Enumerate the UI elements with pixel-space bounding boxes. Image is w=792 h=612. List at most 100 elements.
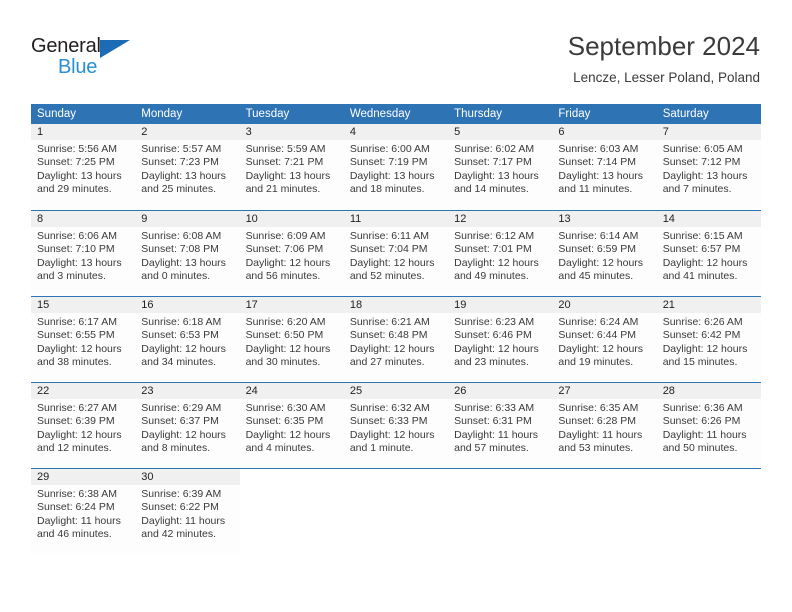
page-title: September 2024 (567, 31, 760, 61)
day-number[interactable]: 9 (135, 211, 239, 227)
sunrise-text: Sunrise: 6:20 AM (245, 316, 326, 328)
day-number[interactable]: 16 (135, 297, 239, 313)
day-cell[interactable]: Sunrise: 6:12 AM Sunset: 7:01 PM Dayligh… (448, 227, 552, 295)
daylight-text: Daylight: 12 hours (349, 342, 435, 355)
day-header-friday: Friday (558, 108, 591, 120)
sunset-text: Sunset: 6:57 PM (662, 243, 741, 256)
day-cell[interactable]: Sunrise: 6:11 AM Sunset: 7:04 PM Dayligh… (344, 227, 448, 295)
day-number[interactable]: 13 (552, 211, 656, 227)
sunrise-text: Sunrise: 6:39 AM (141, 488, 222, 500)
daylight-text-cont: and 23 minutes. (454, 356, 529, 369)
day-cell[interactable]: Sunrise: 6:17 AM Sunset: 6:55 PM Dayligh… (31, 313, 135, 381)
day-number[interactable]: 12 (448, 211, 552, 227)
daylight-text-cont: and 38 minutes. (37, 356, 112, 369)
day-cell[interactable]: Sunrise: 5:56 AM Sunset: 7:25 PM Dayligh… (31, 140, 135, 208)
day-number[interactable]: 7 (657, 124, 761, 140)
day-cell[interactable]: Sunrise: 6:24 AM Sunset: 6:44 PM Dayligh… (552, 313, 656, 381)
sunset-text: Sunset: 6:55 PM (37, 329, 115, 342)
day-number[interactable]: 23 (135, 383, 239, 399)
day-number[interactable]: 28 (657, 383, 761, 399)
day-cell[interactable]: Sunrise: 6:08 AM Sunset: 7:08 PM Dayligh… (135, 227, 239, 295)
page-header: General Blue September 2024 Lencze, Less… (0, 0, 792, 102)
day-number[interactable]: 2 (135, 124, 239, 140)
day-cell-empty (552, 485, 657, 553)
sunrise-text: Sunrise: 6:24 AM (558, 316, 639, 328)
day-cell[interactable]: Sunrise: 6:03 AM Sunset: 7:14 PM Dayligh… (552, 140, 656, 208)
day-cell[interactable]: Sunrise: 6:00 AM Sunset: 7:19 PM Dayligh… (344, 140, 448, 208)
calendar-week-row: 1 2 3 4 5 6 7 Sunrise: 5:56 AM Sunset: 7… (31, 124, 761, 210)
general-blue-logo[interactable]: General Blue (31, 35, 151, 85)
day-number-empty (552, 469, 657, 485)
day-number[interactable]: 17 (240, 297, 344, 313)
day-number[interactable]: 4 (344, 124, 448, 140)
day-number[interactable]: 10 (240, 211, 344, 227)
day-cell[interactable]: Sunrise: 6:02 AM Sunset: 7:17 PM Dayligh… (448, 140, 552, 208)
daylight-text: Daylight: 12 hours (662, 342, 748, 355)
day-number[interactable]: 15 (31, 297, 135, 313)
day-number[interactable]: 19 (448, 297, 552, 313)
day-cell[interactable]: Sunrise: 6:39 AM Sunset: 6:22 PM Dayligh… (135, 485, 239, 553)
day-cell-empty (239, 485, 344, 553)
daylight-text: Daylight: 12 hours (349, 428, 435, 441)
daylight-text: Daylight: 12 hours (454, 342, 539, 355)
sunset-text: Sunset: 7:14 PM (558, 156, 637, 169)
day-number[interactable]: 20 (552, 297, 656, 313)
day-of-week-header-row: Sunday Monday Tuesday Wednesday Thursday… (31, 104, 761, 124)
sunrise-text: Sunrise: 6:11 AM (349, 230, 430, 242)
daylight-text: Daylight: 13 hours (349, 169, 435, 182)
sunrise-text: Sunrise: 6:29 AM (141, 402, 222, 414)
day-cell[interactable]: Sunrise: 6:14 AM Sunset: 6:59 PM Dayligh… (552, 227, 656, 295)
day-cell[interactable]: Sunrise: 6:29 AM Sunset: 6:37 PM Dayligh… (135, 399, 239, 467)
day-cell[interactable]: Sunrise: 6:35 AM Sunset: 6:28 PM Dayligh… (552, 399, 656, 467)
day-cell[interactable]: Sunrise: 6:15 AM Sunset: 6:57 PM Dayligh… (657, 227, 761, 295)
day-cell[interactable]: Sunrise: 6:32 AM Sunset: 6:33 PM Dayligh… (344, 399, 448, 467)
day-number[interactable]: 25 (344, 383, 448, 399)
day-cell[interactable]: Sunrise: 6:36 AM Sunset: 6:26 PM Dayligh… (657, 399, 761, 467)
day-cell[interactable]: Sunrise: 6:21 AM Sunset: 6:48 PM Dayligh… (344, 313, 448, 381)
day-cell[interactable]: Sunrise: 6:09 AM Sunset: 7:06 PM Dayligh… (240, 227, 344, 295)
day-cell-empty (448, 485, 553, 553)
sunset-text: Sunset: 6:28 PM (558, 415, 637, 428)
week-detail-strip: Sunrise: 6:38 AM Sunset: 6:24 PM Dayligh… (31, 485, 761, 553)
day-number[interactable]: 6 (552, 124, 656, 140)
daylight-text: Daylight: 13 hours (558, 169, 644, 182)
day-number[interactable]: 18 (344, 297, 448, 313)
sunrise-text: Sunrise: 6:06 AM (37, 230, 117, 242)
day-cell[interactable]: Sunrise: 6:18 AM Sunset: 6:53 PM Dayligh… (135, 313, 239, 381)
day-number[interactable]: 26 (448, 383, 552, 399)
daylight-text-cont: and 34 minutes. (141, 356, 216, 369)
day-cell[interactable]: Sunrise: 6:33 AM Sunset: 6:31 PM Dayligh… (448, 399, 552, 467)
day-number[interactable]: 24 (240, 383, 344, 399)
day-header-wednesday: Wednesday (349, 108, 411, 120)
day-cell[interactable]: Sunrise: 6:20 AM Sunset: 6:50 PM Dayligh… (240, 313, 344, 381)
day-number[interactable]: 14 (657, 211, 761, 227)
day-number[interactable]: 21 (657, 297, 761, 313)
day-number[interactable]: 11 (344, 211, 448, 227)
day-cell[interactable]: Sunrise: 5:57 AM Sunset: 7:23 PM Dayligh… (135, 140, 239, 208)
day-number[interactable]: 29 (31, 469, 135, 485)
day-number[interactable]: 30 (135, 469, 239, 485)
day-cell[interactable]: Sunrise: 6:27 AM Sunset: 6:39 PM Dayligh… (31, 399, 135, 467)
day-cell[interactable]: Sunrise: 6:06 AM Sunset: 7:10 PM Dayligh… (31, 227, 135, 295)
day-number[interactable]: 22 (31, 383, 135, 399)
day-cell[interactable]: Sunrise: 6:23 AM Sunset: 6:46 PM Dayligh… (448, 313, 552, 381)
sunrise-text: Sunrise: 6:27 AM (37, 402, 117, 414)
daylight-text: Daylight: 11 hours (141, 514, 226, 527)
day-number[interactable]: 5 (448, 124, 552, 140)
day-number[interactable]: 8 (31, 211, 135, 227)
day-cell[interactable]: Sunrise: 6:30 AM Sunset: 6:35 PM Dayligh… (240, 399, 344, 467)
sunrise-text: Sunrise: 6:17 AM (37, 316, 117, 328)
sunrise-text: Sunrise: 6:03 AM (558, 143, 639, 155)
day-cell[interactable]: Sunrise: 5:59 AM Sunset: 7:21 PM Dayligh… (240, 140, 344, 208)
day-number[interactable]: 1 (31, 124, 135, 140)
sunrise-text: Sunrise: 6:21 AM (349, 316, 430, 328)
day-cell[interactable]: Sunrise: 6:38 AM Sunset: 6:24 PM Dayligh… (31, 485, 135, 553)
day-number[interactable]: 3 (240, 124, 344, 140)
day-cell[interactable]: Sunrise: 6:05 AM Sunset: 7:12 PM Dayligh… (657, 140, 761, 208)
sunrise-text: Sunrise: 6:30 AM (245, 402, 326, 414)
sunrise-text: Sunrise: 5:57 AM (141, 143, 222, 155)
daylight-text-cont: and 30 minutes. (245, 356, 321, 369)
day-number[interactable]: 27 (552, 383, 656, 399)
day-cell[interactable]: Sunrise: 6:26 AM Sunset: 6:42 PM Dayligh… (657, 313, 761, 381)
day-cell-empty (343, 485, 449, 553)
